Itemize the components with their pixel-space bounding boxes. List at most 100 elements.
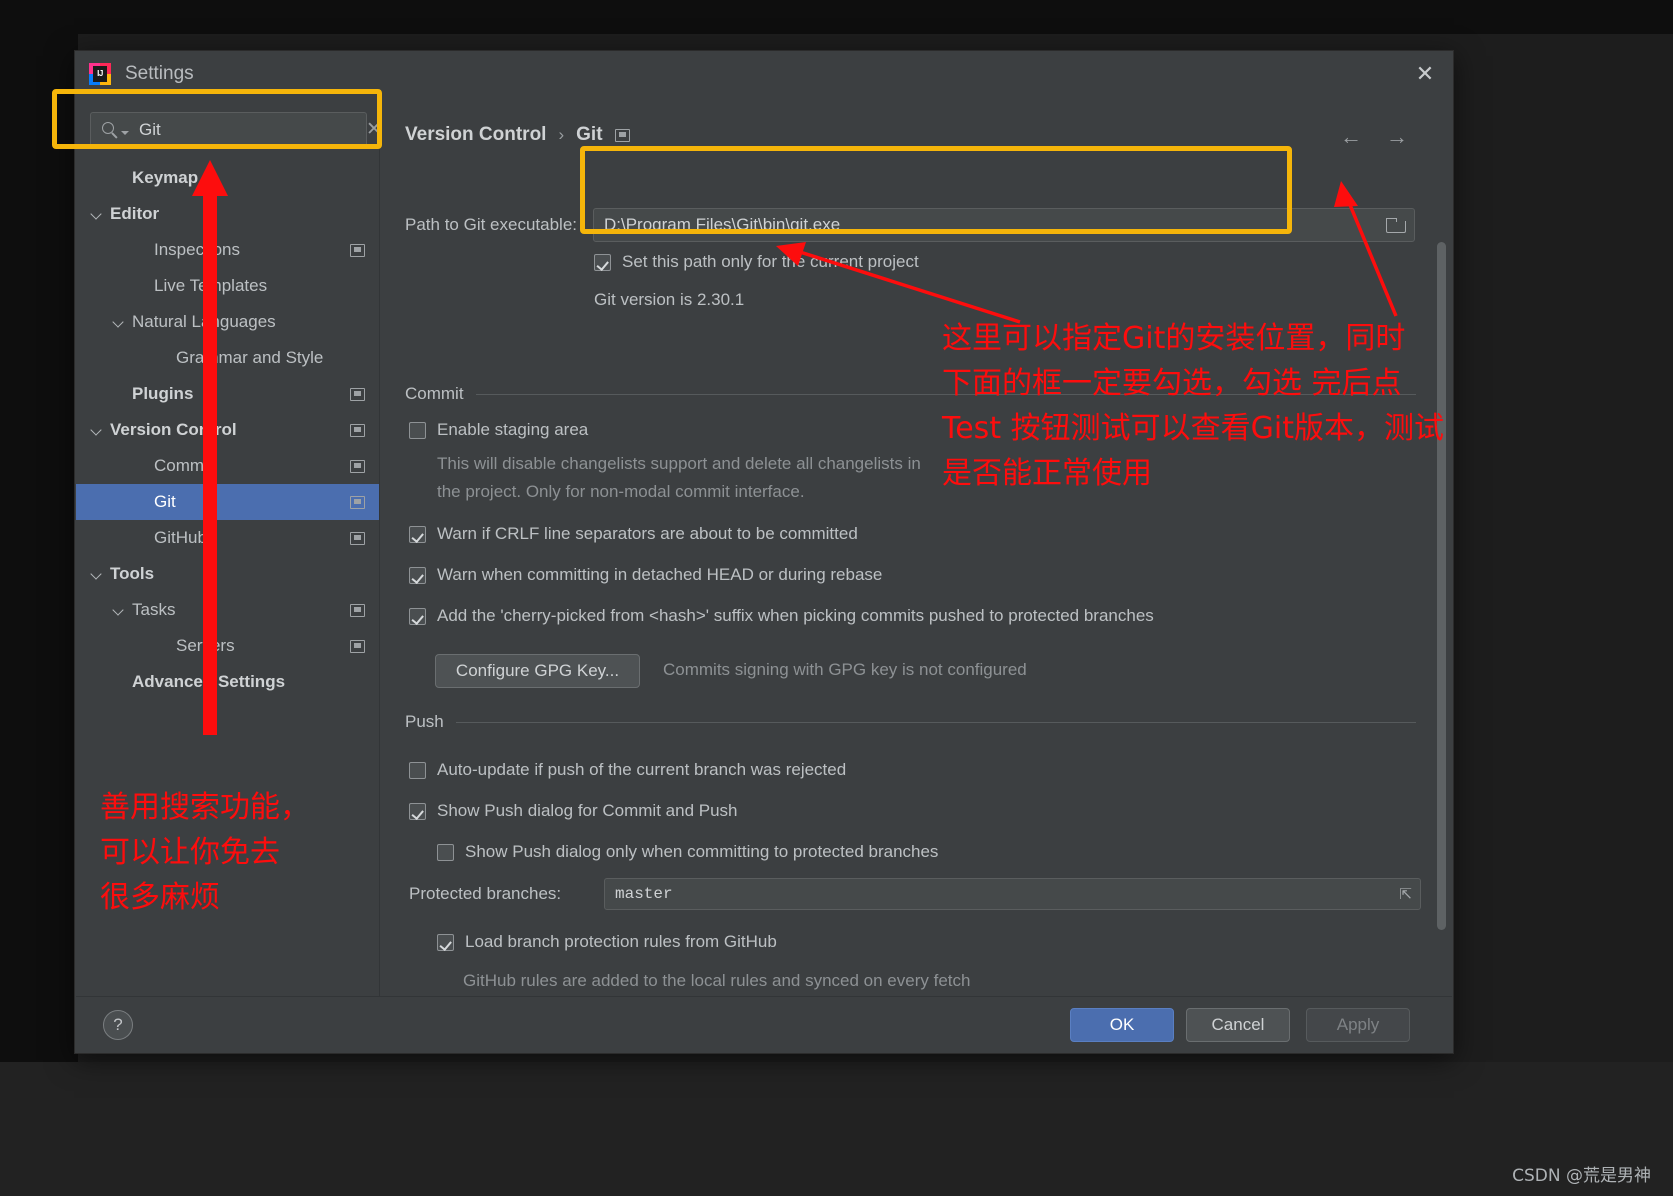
protected-branches-input[interactable]: master ⇱ xyxy=(604,878,1421,910)
intellij-idea-icon: IJ xyxy=(89,62,111,85)
sidebar-item-label: Servers xyxy=(176,636,235,655)
section-divider xyxy=(455,721,1416,723)
chevron-down-icon[interactable] xyxy=(121,130,129,135)
sidebar-item-editor[interactable]: Editor xyxy=(76,196,379,232)
desktop-left-strip xyxy=(0,0,78,1196)
commit-section-header: Commit xyxy=(405,384,1416,404)
git-executable-value: D:\Program Files\Git\bin\git.exe xyxy=(604,215,841,234)
sidebar-item-inspections[interactable]: Inspections xyxy=(76,232,379,268)
sidebar-item-github[interactable]: GitHub xyxy=(76,520,379,556)
show-push-protected-row[interactable]: Show Push dialog only when committing to… xyxy=(437,842,938,862)
gpg-status-note: Commits signing with GPG key is not conf… xyxy=(663,660,1027,679)
sidebar-item-label: Editor xyxy=(110,204,160,223)
close-icon[interactable]: ✕ xyxy=(1411,61,1439,87)
git-version-text: Git version is 2.30.1 xyxy=(594,290,745,309)
search-input[interactable] xyxy=(129,119,362,141)
enable-staging-row[interactable]: Enable staging area xyxy=(409,420,588,440)
staging-hint-line-1: This will disable changelists support an… xyxy=(437,454,921,473)
settings-sidebar: ✕ Keymap Editor Inspections Live Templates N… xyxy=(76,96,382,996)
chevron-down-icon[interactable] xyxy=(112,603,126,617)
auto-update-checkbox[interactable] xyxy=(409,761,426,779)
git-executable-input[interactable]: D:\Program Files\Git\bin\git.exe xyxy=(593,208,1415,242)
chevron-down-icon[interactable] xyxy=(90,423,104,437)
show-push-dialog-label: Show Push dialog for Commit and Push xyxy=(437,801,738,820)
sidebar-item-plugins[interactable]: Plugins xyxy=(76,376,379,412)
cherry-picked-suffix-label: Add the 'cherry-picked from <hash>' suff… xyxy=(437,606,1154,625)
protected-branches-row: Protected branches: master ⇱ xyxy=(409,878,1421,910)
enable-staging-label: Enable staging area xyxy=(437,420,589,439)
git-executable-row: Path to Git executable: D:\Program Files… xyxy=(405,208,1415,242)
apply-button[interactable]: Apply xyxy=(1306,1008,1410,1042)
project-scope-icon xyxy=(350,639,365,653)
ok-button[interactable]: OK xyxy=(1070,1008,1174,1042)
cancel-button[interactable]: Cancel xyxy=(1186,1008,1290,1042)
forward-arrow-icon[interactable]: → xyxy=(1386,124,1408,150)
current-project-only-row[interactable]: Set this path only for the current proje… xyxy=(594,252,919,272)
sidebar-item-advanced-settings[interactable]: Advanced Settings xyxy=(76,664,379,700)
dialog-title: Settings xyxy=(125,62,194,84)
sidebar-item-version-control[interactable]: Version Control xyxy=(76,412,379,448)
push-section-header: Push xyxy=(405,712,1416,732)
cherry-picked-suffix-checkbox[interactable] xyxy=(409,607,426,625)
load-branch-rules-label: Load branch protection rules from GitHub xyxy=(465,932,777,951)
sidebar-item-keymap[interactable]: Keymap xyxy=(76,160,379,196)
search-area: ✕ xyxy=(76,96,382,158)
chevron-down-icon[interactable] xyxy=(90,207,104,221)
cherry-picked-suffix-row[interactable]: Add the 'cherry-picked from <hash>' suff… xyxy=(409,606,1154,626)
sidebar-item-tasks[interactable]: Tasks xyxy=(76,592,379,628)
folder-icon[interactable] xyxy=(1386,217,1406,233)
auto-update-row[interactable]: Auto-update if push of the current branc… xyxy=(409,760,846,780)
vertical-scrollbar[interactable] xyxy=(1437,242,1446,932)
chevron-down-icon[interactable] xyxy=(112,315,126,329)
scrollbar-thumb[interactable] xyxy=(1437,242,1446,930)
sidebar-item-git[interactable]: Git xyxy=(76,484,379,520)
show-push-protected-checkbox[interactable] xyxy=(437,843,454,861)
auto-update-label: Auto-update if push of the current branc… xyxy=(437,760,847,779)
section-divider xyxy=(475,393,1416,395)
sidebar-item-live-templates[interactable]: Live Templates xyxy=(76,268,379,304)
dialog-titlebar: IJ Settings ✕ xyxy=(75,51,1453,96)
search-box[interactable]: ✕ xyxy=(90,112,382,148)
search-icon xyxy=(101,121,119,139)
intellij-icon-label: IJ xyxy=(93,65,107,82)
help-icon[interactable]: ? xyxy=(103,1010,133,1040)
staging-hint-line-2: the project. Only for non-modal commit i… xyxy=(437,482,805,501)
sidebar-item-label: Natural Languages xyxy=(132,312,276,331)
load-branch-rules-row[interactable]: Load branch protection rules from GitHub xyxy=(437,932,777,952)
project-scope-icon xyxy=(614,128,630,142)
protected-branches-label: Protected branches: xyxy=(409,884,562,903)
current-project-only-checkbox[interactable] xyxy=(594,253,611,271)
project-scope-icon xyxy=(350,459,365,473)
enable-staging-checkbox[interactable] xyxy=(409,421,426,439)
warn-detached-head-checkbox[interactable] xyxy=(409,566,426,584)
sidebar-item-label: Tools xyxy=(110,564,155,583)
expand-icon[interactable]: ⇱ xyxy=(1399,885,1412,903)
configure-gpg-key-button[interactable]: Configure GPG Key... xyxy=(435,654,640,688)
sidebar-item-servers[interactable]: Servers xyxy=(76,628,379,664)
show-push-dialog-checkbox[interactable] xyxy=(409,802,426,820)
show-push-dialog-row[interactable]: Show Push dialog for Commit and Push xyxy=(409,801,738,821)
sidebar-item-label: Commit xyxy=(154,456,213,475)
sidebar-item-commit[interactable]: Commit xyxy=(76,448,379,484)
sidebar-item-label: Grammar and Style xyxy=(176,348,324,367)
sidebar-item-tools[interactable]: Tools xyxy=(76,556,379,592)
back-arrow-icon[interactable]: ← xyxy=(1340,124,1362,150)
watermark: CSDN @荒是男神 xyxy=(1512,1166,1651,1186)
warn-crlf-checkbox[interactable] xyxy=(409,525,426,543)
sidebar-item-natural-languages[interactable]: Natural Languages xyxy=(76,304,379,340)
load-branch-rules-checkbox[interactable] xyxy=(437,933,454,951)
chevron-down-icon[interactable] xyxy=(90,567,104,581)
warn-detached-head-row[interactable]: Warn when committing in detached HEAD or… xyxy=(409,565,882,585)
breadcrumb-parent[interactable]: Version Control xyxy=(405,124,546,146)
warn-crlf-row[interactable]: Warn if CRLF line separators are about t… xyxy=(409,524,858,544)
sidebar-item-grammar-and-style[interactable]: Grammar and Style xyxy=(76,340,379,376)
